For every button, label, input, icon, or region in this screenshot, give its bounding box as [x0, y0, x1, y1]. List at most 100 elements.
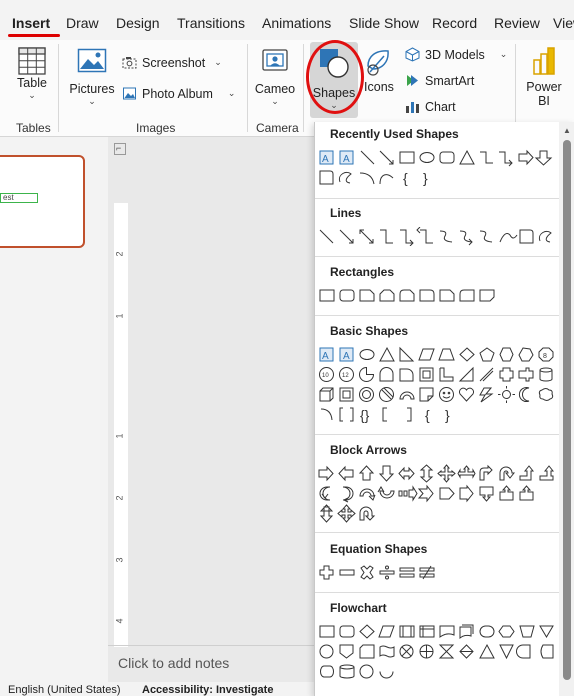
shape-row-flowchart-3[interactable]: [317, 662, 557, 681]
flowchart-row-3-icons: [320, 664, 394, 679]
shape-row-arrows-3[interactable]: [317, 504, 557, 523]
flowchart-row-1-icons: [319, 624, 554, 640]
notes-divider[interactable]: [108, 645, 314, 646]
tab-record[interactable]: Record: [432, 15, 477, 31]
tab-transitions[interactable]: Transitions: [177, 15, 245, 31]
recent-shapes-row-1-icons: A A: [319, 149, 553, 167]
icons-icon: [367, 50, 389, 76]
pictures-label: Pictures: [69, 82, 115, 96]
shape-row-basic-2[interactable]: 10 12: [317, 365, 557, 384]
group-label-tables: Tables: [16, 121, 51, 135]
vertical-ruler: 2 1 1 2 3 4: [114, 203, 128, 647]
shape-row-equation[interactable]: [317, 563, 557, 582]
shape-row-basic-3[interactable]: [317, 385, 557, 404]
svg-text:{: {: [403, 170, 408, 186]
table-button[interactable]: Table ⌄: [8, 46, 56, 100]
notes-placeholder[interactable]: Click to add notes: [118, 655, 229, 671]
cameo-button[interactable]: Cameo ⌄: [252, 48, 298, 106]
cameo-label: Cameo: [254, 82, 296, 96]
tab-stop-selector[interactable]: ⌐: [114, 143, 126, 155]
ruler-tick: 1: [114, 433, 125, 439]
shape-row-basic-1[interactable]: A A 8: [317, 345, 557, 364]
ruler-tick: 2: [114, 251, 125, 257]
shape-row-arrows-2[interactable]: [317, 484, 557, 503]
svg-text:A: A: [343, 351, 350, 362]
pictures-icon: [77, 48, 107, 73]
scroll-up-icon[interactable]: ▲: [563, 126, 571, 135]
group-separator: [515, 44, 516, 132]
section-separator: [315, 592, 559, 593]
cube-icon: [405, 47, 420, 62]
shapes-gallery-dropdown: Recently Used Shapes A A {} Lines Recta…: [314, 122, 574, 696]
power-bi-icon: [533, 47, 555, 75]
photo-album-button[interactable]: Photo Album ⌄: [122, 86, 235, 101]
section-title-equation-shapes: Equation Shapes: [330, 542, 428, 556]
svg-text:}: }: [445, 407, 450, 423]
3d-models-button[interactable]: 3D Models ⌄: [405, 47, 507, 62]
pictures-button[interactable]: Pictures ⌄: [66, 48, 118, 106]
shape-row-basic-4[interactable]: {} { }: [317, 405, 557, 424]
section-separator: [315, 198, 559, 199]
shapes-button[interactable]: Shapes ⌄: [310, 42, 358, 118]
tab-animations[interactable]: Animations: [262, 15, 331, 31]
dropdown-scrollbar[interactable]: ▲: [559, 122, 574, 696]
group-separator: [247, 44, 248, 132]
accessibility-status[interactable]: Accessibility: Investigate: [142, 684, 273, 696]
shape-row-arrows-1[interactable]: [317, 464, 557, 483]
svg-text:}: }: [423, 170, 428, 186]
photo-album-label: Photo Album: [142, 86, 213, 101]
basic-shapes-row-4-icons: {} { }: [320, 407, 450, 423]
smartart-button[interactable]: SmartArt: [405, 73, 474, 88]
shapes-label: Shapes: [312, 86, 356, 100]
chevron-down-icon: ⌄: [88, 96, 96, 106]
icons-button[interactable]: Icons: [360, 48, 398, 94]
ribbon-tab-bar: Insert Draw Design Transitions Animation…: [0, 0, 574, 40]
chevron-down-icon: ⌄: [271, 96, 279, 106]
shape-row-lines[interactable]: [317, 227, 557, 246]
power-bi-button[interactable]: Power BI: [522, 46, 566, 108]
tab-draw[interactable]: Draw: [66, 15, 99, 31]
block-arrows-row-2-icons: [319, 484, 534, 503]
screenshot-button[interactable]: Screenshot ⌄: [122, 55, 222, 70]
power-bi-label-line1: Power: [526, 80, 562, 94]
svg-text:A: A: [343, 154, 350, 165]
section-title-basic-shapes: Basic Shapes: [330, 324, 409, 338]
section-title-block-arrows: Block Arrows: [330, 443, 407, 457]
ruler-tick: 4: [114, 618, 125, 624]
recent-shapes-row-2-icons: { }: [319, 170, 428, 186]
section-title-recently-used: Recently Used Shapes: [330, 127, 459, 141]
tab-design[interactable]: Design: [116, 15, 160, 31]
shape-row-flowchart-2[interactable]: [317, 642, 557, 661]
section-separator: [315, 532, 559, 533]
slide-editor-area[interactable]: ⌐ 2 1 1 2 3 4 Click to add notes: [108, 137, 314, 682]
tab-view[interactable]: View: [553, 15, 574, 31]
chart-icon: [406, 102, 419, 113]
block-arrows-row-3-icons: [319, 504, 376, 523]
svg-text:{: {: [425, 407, 430, 423]
table-icon: [18, 47, 46, 75]
block-arrows-row-1-icons: [318, 464, 555, 483]
section-title-flowchart: Flowchart: [330, 601, 387, 615]
tab-insert[interactable]: Insert: [12, 15, 50, 31]
slide-thumbnail[interactable]: est: [0, 155, 85, 248]
section-separator: [315, 256, 559, 257]
section-title-lines: Lines: [330, 206, 362, 220]
ruler-tick: 3: [114, 557, 125, 563]
section-title-rectangles: Rectangles: [330, 265, 395, 279]
equation-shapes-icons: [319, 565, 435, 580]
rectangle-shapes-icons: [319, 289, 495, 302]
shape-row-recent-1[interactable]: A A: [317, 148, 557, 167]
scrollbar-thumb[interactable]: [563, 140, 571, 680]
chart-button[interactable]: Chart: [405, 99, 456, 114]
tab-review[interactable]: Review: [494, 15, 540, 31]
chart-label: Chart: [425, 99, 456, 114]
shape-row-flowchart-1[interactable]: [317, 622, 557, 641]
svg-text:10: 10: [322, 373, 329, 379]
language-status[interactable]: English (United States): [8, 684, 121, 696]
shape-row-rectangles[interactable]: [317, 286, 557, 305]
smartart-label: SmartArt: [425, 73, 475, 88]
screenshot-label: Screenshot: [142, 55, 206, 70]
line-shapes-icons: [319, 227, 552, 246]
tab-slide-show[interactable]: Slide Show: [349, 15, 419, 31]
shape-row-recent-2[interactable]: { }: [317, 168, 557, 187]
